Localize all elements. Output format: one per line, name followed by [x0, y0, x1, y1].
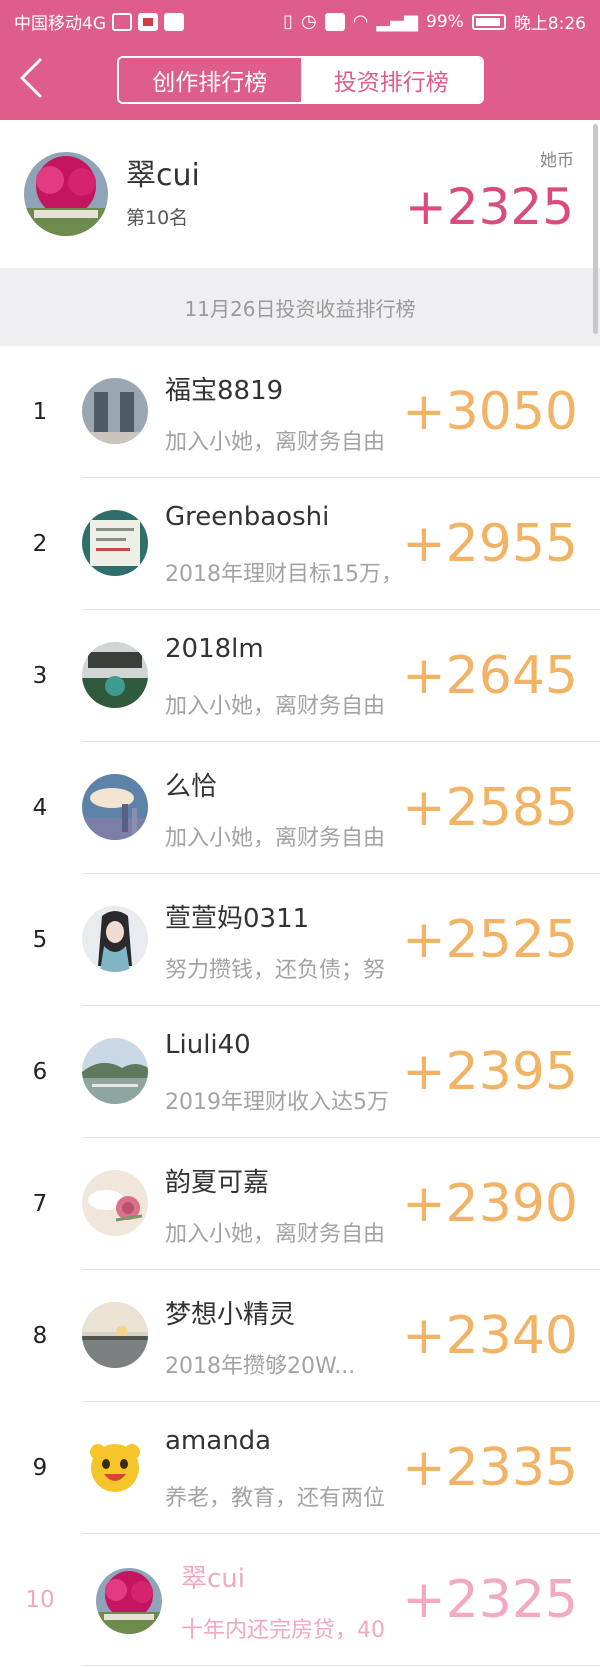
- status-bar: 中国移动4G ▯ ◷ ◠ ▂▄▆ 99% 晚上8:26: [0, 0, 600, 40]
- battery-percent: 99%: [426, 11, 464, 32]
- row-name: 梦想小精灵: [165, 1300, 296, 1330]
- my-score: +2325: [404, 178, 574, 236]
- clock: 晚上8:26: [513, 14, 586, 34]
- row-motto: 努力攒钱，还负债；努: [165, 958, 386, 983]
- row-name: 2018lm: [165, 634, 264, 664]
- row-motto: 养老，教育，还有两位: [165, 1486, 386, 1511]
- carrier-label: 中国移动4G: [14, 14, 106, 34]
- scrollbar[interactable]: [593, 124, 598, 334]
- date-banner: 11月26日投资收益排行榜: [0, 268, 600, 346]
- row-rank: 6: [32, 1059, 48, 1085]
- row-rank: 9: [32, 1455, 48, 1481]
- app-notification-icon: [164, 12, 184, 31]
- leaderboard-row[interactable]: 1 福宝8819 加入小她，离财务自由 +3050: [0, 346, 600, 478]
- row-score: +2335: [402, 1438, 578, 1498]
- my-name: 翠cui: [126, 158, 200, 193]
- row-score: +2585: [402, 778, 578, 838]
- row-avatar: [82, 1302, 148, 1368]
- leaderboard-row[interactable]: 6 Liuli40 2019年理财收入达5万 +2395: [0, 1006, 600, 1138]
- row-score: +2390: [402, 1174, 578, 1234]
- status-right: ▯ ◷ ◠ ▂▄▆ 99% 晚上8:26: [283, 9, 586, 35]
- row-motto: 2018年攒够20W...: [165, 1354, 356, 1379]
- row-rank: 5: [32, 927, 48, 953]
- row-motto: 十年内还完房贷，40: [181, 1618, 385, 1643]
- row-score: +2955: [402, 514, 578, 574]
- battery-icon: [471, 13, 506, 30]
- row-rank: 4: [32, 795, 48, 821]
- row-avatar: [96, 1568, 162, 1634]
- tab-investment-ranking[interactable]: 投资排行榜: [300, 58, 482, 102]
- row-avatar: [82, 1170, 148, 1236]
- wifi-icon: ◠: [352, 10, 369, 32]
- my-rank-card: 翠cui 第10名 她币 +2325: [0, 120, 600, 268]
- row-score: +2395: [402, 1042, 578, 1102]
- chevron-left-icon: [20, 58, 42, 98]
- leaderboard-row-current-user[interactable]: 10 翠cui 十年内还完房贷，40 +2325: [0, 1534, 600, 1666]
- row-name: 萱萱妈0311: [165, 904, 310, 934]
- row-avatar: [82, 1434, 148, 1500]
- row-rank: 10: [25, 1587, 55, 1613]
- row-motto: 2018年理财目标15万，: [165, 562, 403, 587]
- row-avatar: [82, 1038, 148, 1104]
- leaderboard-row[interactable]: 4 么恰 加入小她，离财务自由 +2585: [0, 742, 600, 874]
- vibrate-icon: ▯: [283, 10, 294, 32]
- row-motto: 加入小她，离财务自由: [165, 1222, 386, 1247]
- leaderboard-row[interactable]: 3 2018lm 加入小她，离财务自由 +2645: [0, 610, 600, 742]
- leaderboard-row[interactable]: 7 韵夏可嘉 加入小她，离财务自由 +2390: [0, 1138, 600, 1270]
- row-name: Liuli40: [165, 1030, 251, 1060]
- row-name: 韵夏可嘉: [165, 1168, 270, 1198]
- leaderboard-row[interactable]: 8 梦想小精灵 2018年攒够20W... +2340: [0, 1270, 600, 1402]
- row-score: +2645: [402, 646, 578, 706]
- row-score: +2525: [402, 910, 578, 970]
- row-name: 翠cui: [181, 1564, 245, 1594]
- row-rank: 1: [32, 399, 48, 425]
- app-header: 中国移动4G ▯ ◷ ◠ ▂▄▆ 99% 晚上8:26 创作排行榜 投资排行榜: [0, 0, 600, 120]
- row-avatar: [82, 510, 148, 576]
- row-name: Greenbaoshi: [165, 502, 330, 532]
- row-motto: 2019年理财收入达5万: [165, 1090, 389, 1115]
- leaderboard-row[interactable]: 2 Greenbaoshi 2018年理财目标15万， +2955: [0, 478, 600, 610]
- status-left: 中国移动4G: [14, 9, 184, 34]
- row-avatar: [82, 642, 148, 708]
- leaderboard-list: 1 福宝8819 加入小她，离财务自由 +3050 2 Greenbaoshi …: [0, 346, 600, 1666]
- row-motto: 加入小她，离财务自由: [165, 826, 386, 851]
- alarm-icon: ◷: [301, 10, 317, 32]
- row-rank: 3: [32, 663, 48, 689]
- tab-creation-ranking[interactable]: 创作排行榜: [119, 58, 301, 102]
- row-avatar: [82, 378, 148, 444]
- signal-icon: ▂▄▆: [376, 10, 419, 32]
- row-name: 福宝8819: [165, 376, 284, 406]
- row-name: amanda: [165, 1426, 272, 1456]
- my-rank: 第10名: [126, 207, 189, 229]
- row-rank: 8: [32, 1323, 48, 1349]
- currency-label: 她币: [540, 151, 574, 171]
- row-score: +3050: [402, 382, 578, 442]
- news-app-icon: [138, 12, 158, 31]
- leaderboard-row[interactable]: 9 amanda 养老，教育，还有两位 +2335: [0, 1402, 600, 1534]
- hd-icon: [324, 12, 345, 31]
- row-rank: 2: [32, 531, 48, 557]
- row-score: +2340: [402, 1306, 578, 1366]
- row-avatar: [82, 906, 148, 972]
- row-motto: 加入小她，离财务自由: [165, 430, 386, 455]
- row-divider: [82, 1665, 600, 1666]
- my-avatar[interactable]: [24, 152, 108, 236]
- leaderboard-row[interactable]: 5 萱萱妈0311 努力攒钱，还负债；努 +2525: [0, 874, 600, 1006]
- ranking-tabs: 创作排行榜 投资排行榜: [117, 56, 484, 104]
- row-name: 么恰: [165, 772, 218, 802]
- pulse-app-icon: [112, 12, 132, 31]
- back-button[interactable]: [16, 56, 52, 100]
- row-score: +2325: [402, 1570, 578, 1630]
- row-avatar: [82, 774, 148, 840]
- row-motto: 加入小她，离财务自由: [165, 694, 386, 719]
- row-rank: 7: [32, 1191, 48, 1217]
